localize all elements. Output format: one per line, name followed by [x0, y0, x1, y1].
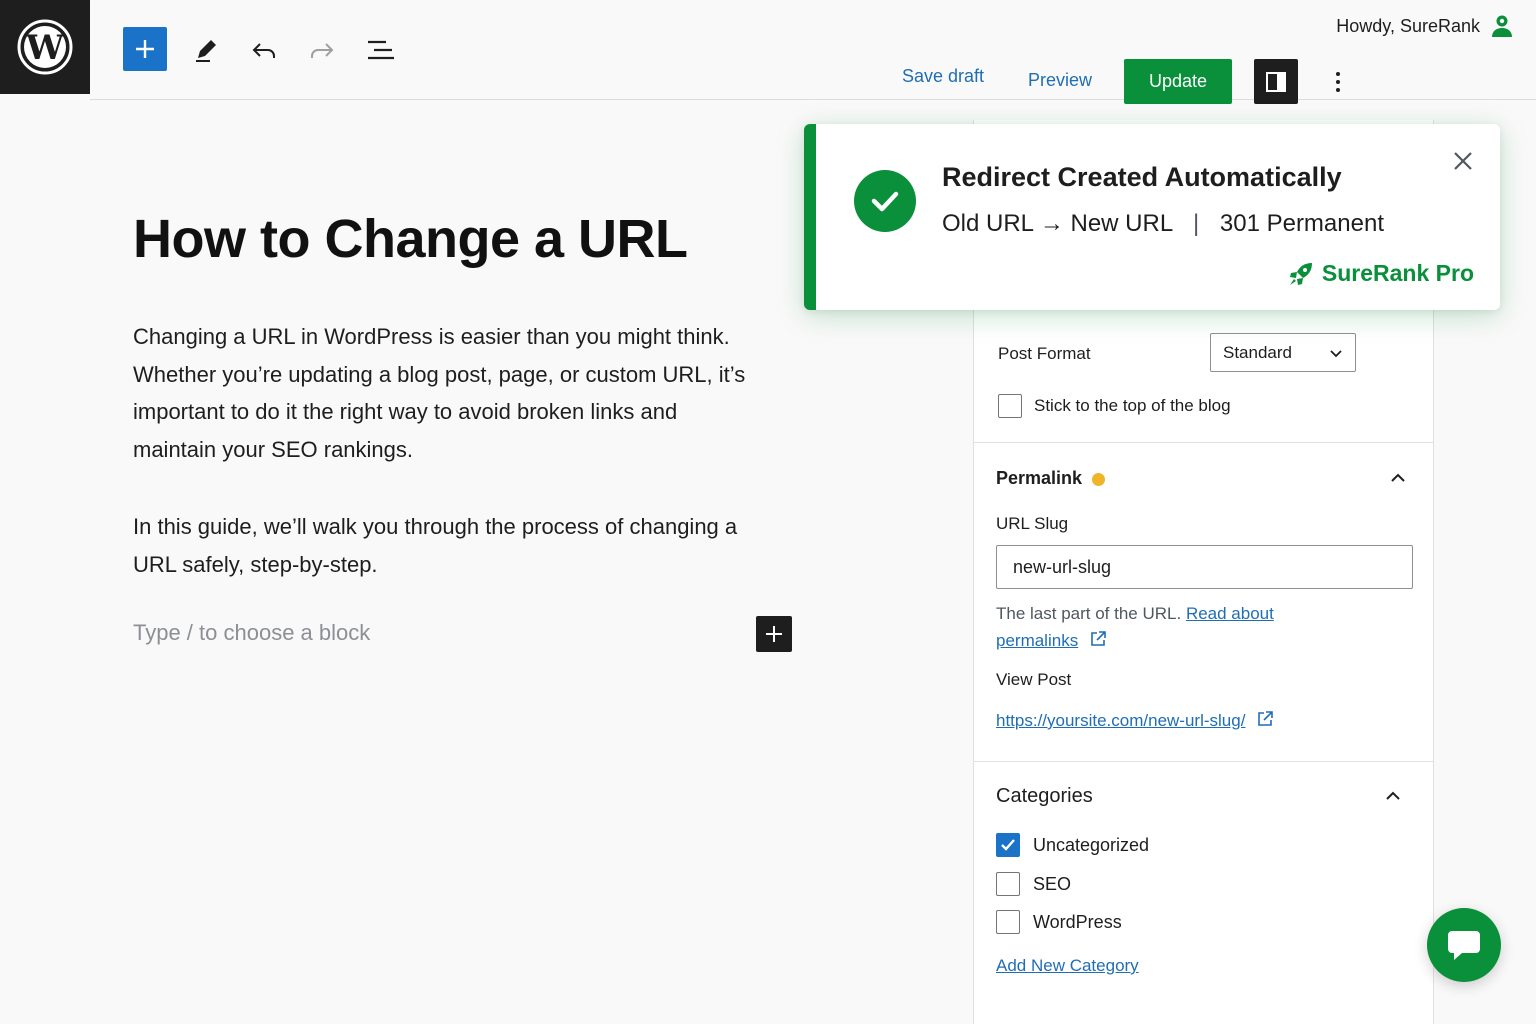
add-new-category-link[interactable]: Add New Category	[996, 956, 1139, 976]
howdy-greeting[interactable]: Howdy, SureRank	[1336, 16, 1480, 37]
pencil-icon	[196, 40, 216, 62]
user-avatar[interactable]	[1488, 12, 1516, 40]
paragraph-block[interactable]: Changing a URL in WordPress is easier th…	[133, 318, 753, 468]
wordpress-icon: W	[17, 19, 73, 75]
inline-add-block-button[interactable]	[756, 616, 792, 652]
plus-icon	[136, 40, 154, 58]
checkmark-icon	[1001, 839, 1015, 851]
paragraph-block[interactable]: In this guide, we’ll walk you through th…	[133, 508, 753, 583]
tools-button[interactable]	[190, 34, 222, 66]
update-button[interactable]: Update	[1124, 59, 1232, 104]
new-url-text: New URL	[1070, 210, 1173, 237]
view-post-label: View Post	[996, 670, 1072, 689]
plus-icon	[766, 626, 782, 642]
svg-text:W: W	[25, 28, 65, 68]
toast-title: Redirect Created Automatically	[942, 162, 1342, 192]
user-icon	[1492, 15, 1512, 37]
post-format-value: Standard	[1223, 342, 1292, 362]
categories-panel-title[interactable]: Categories	[996, 785, 1093, 808]
read-about-link[interactable]: Read about	[1186, 604, 1274, 623]
arrow-icon: →	[1039, 210, 1064, 237]
external-link-icon	[1091, 631, 1106, 646]
editor-toolbar: Howdy, SureRank Save draft Preview Updat…	[90, 0, 1536, 104]
success-icon	[854, 170, 916, 232]
view-post-link[interactable]: https://yoursite.com/new-url-slug/	[996, 711, 1245, 730]
brand-name: SureRank Pro	[1321, 260, 1474, 286]
category-label: Uncategorized	[1033, 835, 1150, 855]
external-link-icon	[1258, 711, 1273, 726]
warning-dot	[1092, 473, 1105, 486]
block-placeholder[interactable]: Type / to choose a block	[133, 620, 370, 646]
separator: |	[1192, 210, 1200, 237]
rocket-icon	[1289, 262, 1312, 285]
preview-button[interactable]: Preview	[1028, 70, 1092, 91]
add-block-button[interactable]	[123, 27, 167, 71]
redo-button[interactable]	[306, 34, 338, 66]
redo-icon	[311, 43, 334, 58]
undo-icon	[252, 43, 275, 58]
category-checkbox-wordpress[interactable]	[996, 910, 1020, 934]
panel-divider	[974, 761, 1433, 762]
permalink-panel-title[interactable]: Permalink	[996, 468, 1082, 489]
close-icon[interactable]	[1452, 150, 1474, 172]
category-label: SEO	[1033, 874, 1072, 894]
toast-details: Old URL → New URL | 301 Permanent	[942, 210, 1384, 238]
settings-sidebar-toggle[interactable]	[1254, 59, 1298, 104]
sticky-label: Stick to the top of the blog	[1034, 396, 1231, 415]
panel-divider	[974, 442, 1433, 443]
wordpress-logo[interactable]: W	[0, 0, 90, 94]
chat-support-button[interactable]	[1427, 908, 1501, 982]
old-url-text: Old URL	[942, 210, 1034, 237]
redirect-type: 301 Permanent	[1219, 210, 1384, 237]
list-view-icon	[368, 40, 394, 60]
post-title[interactable]: How to Change a URL	[133, 208, 688, 270]
post-format-label: Post Format	[998, 344, 1091, 363]
more-options-icon[interactable]	[1328, 68, 1348, 96]
redirect-toast: Redirect Created Automatically Old URL →…	[804, 124, 1500, 310]
surerank-brand: SureRank Pro	[1288, 260, 1474, 287]
view-post-url[interactable]: https://yoursite.com/new-url-slug/	[996, 710, 1274, 731]
chevron-up-icon[interactable]	[1388, 468, 1408, 488]
save-draft-button[interactable]: Save draft	[902, 66, 984, 87]
checkmark-icon	[871, 191, 899, 212]
category-checkbox-uncategorized[interactable]	[996, 833, 1020, 857]
category-checkbox-seo[interactable]	[996, 872, 1020, 896]
chevron-up-icon[interactable]	[1383, 786, 1403, 806]
post-format-select[interactable]: Standard	[1210, 333, 1356, 372]
category-label: WordPress	[1033, 912, 1122, 932]
chevron-down-icon	[1330, 349, 1342, 357]
undo-button[interactable]	[248, 34, 280, 66]
help-text: The last part of the URL.	[996, 604, 1182, 623]
sidebar-icon	[1266, 71, 1286, 92]
url-slug-label: URL Slug	[996, 514, 1069, 533]
sticky-checkbox[interactable]	[998, 394, 1022, 418]
document-overview-button[interactable]	[364, 34, 396, 66]
permalink-help-text: The last part of the URL. Read about per…	[996, 600, 1396, 654]
chat-icon	[1448, 931, 1480, 960]
url-slug-input[interactable]: new-url-slug	[996, 545, 1413, 589]
permalinks-link[interactable]: permalinks	[996, 631, 1078, 650]
